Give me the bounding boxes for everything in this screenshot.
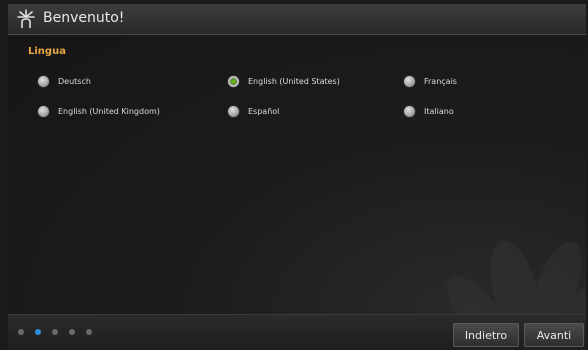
radio-label: Français bbox=[424, 76, 457, 86]
flower-watermark-icon bbox=[446, 240, 586, 314]
launcher-burst-icon bbox=[17, 9, 35, 28]
radio-button-icon[interactable] bbox=[38, 105, 49, 117]
navigation-bar: Indietro Avanti bbox=[8, 314, 586, 350]
language-panel: Lingua Deutsch English (United States) F… bbox=[8, 36, 586, 314]
next-button[interactable]: Avanti bbox=[524, 323, 584, 347]
title-bar: Benvenuto! bbox=[8, 4, 586, 35]
radio-label: English (United States) bbox=[248, 76, 340, 86]
page-indicator bbox=[18, 329, 92, 335]
radio-button-icon[interactable] bbox=[404, 75, 415, 87]
setup-wizard-screen: Benvenuto! Lingua Deutsch English (Unite… bbox=[0, 0, 588, 350]
page-dot-1 bbox=[18, 329, 24, 335]
radio-label: Italiano bbox=[424, 106, 454, 116]
language-section-label: Lingua bbox=[28, 46, 66, 57]
page-dot-5 bbox=[86, 329, 92, 335]
page-dot-2-active bbox=[35, 329, 41, 335]
radio-option-espanol[interactable]: Español bbox=[228, 104, 279, 118]
window-title: Benvenuto! bbox=[43, 10, 125, 26]
page-dot-3 bbox=[52, 329, 58, 335]
radio-button-icon[interactable] bbox=[404, 105, 415, 117]
radio-option-english-uk[interactable]: English (United Kingdom) bbox=[38, 104, 160, 118]
radio-button-icon[interactable] bbox=[38, 75, 49, 87]
radio-label: Español bbox=[248, 106, 280, 116]
radio-label: Deutsch bbox=[58, 76, 91, 86]
page-dot-4 bbox=[69, 329, 75, 335]
radio-option-francais[interactable]: Français bbox=[404, 74, 457, 88]
radio-option-deutsch[interactable]: Deutsch bbox=[38, 74, 91, 88]
radio-button-icon[interactable] bbox=[228, 105, 239, 117]
radio-label: English (United Kingdom) bbox=[58, 106, 160, 116]
radio-option-english-us[interactable]: English (United States) bbox=[228, 74, 340, 88]
radio-option-italiano[interactable]: Italiano bbox=[404, 104, 454, 118]
radio-button-selected-icon[interactable] bbox=[228, 75, 239, 87]
back-button[interactable]: Indietro bbox=[453, 323, 519, 347]
